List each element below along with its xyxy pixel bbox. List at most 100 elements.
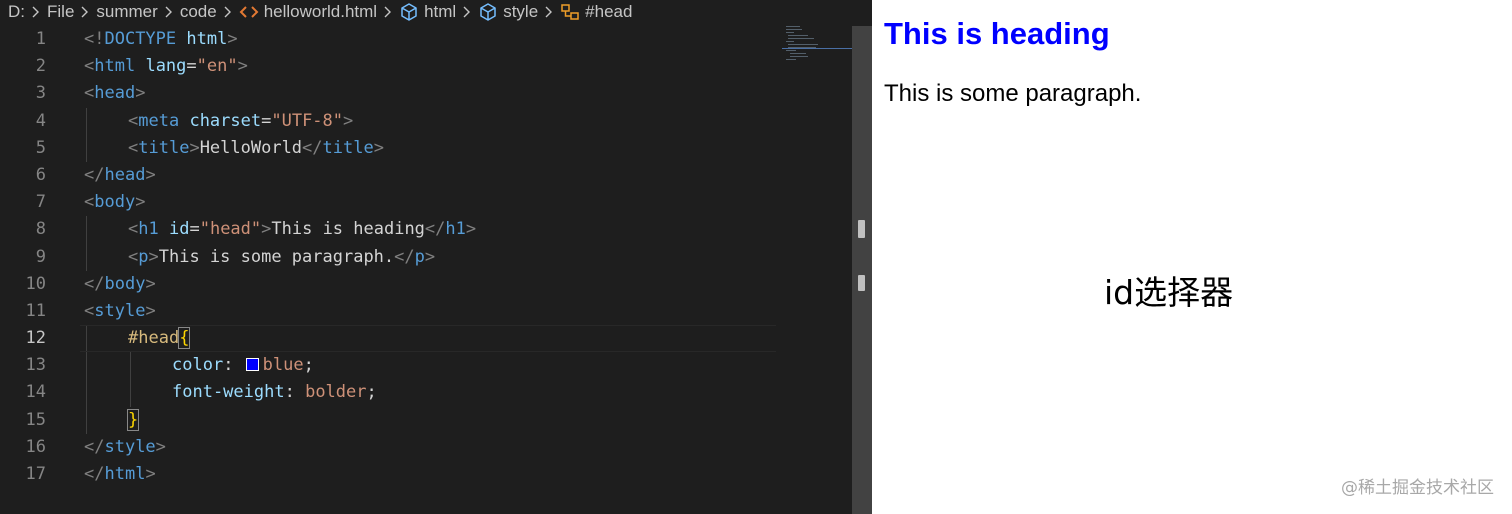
code-token: > [145, 300, 156, 321]
indent-guide [86, 406, 87, 434]
code-token: charset [189, 110, 262, 131]
breadcrumb-drive[interactable]: D: [8, 2, 25, 22]
breadcrumb-symbol-style[interactable]: style [478, 2, 538, 22]
code-token: </ [302, 137, 323, 158]
code-line[interactable]: 7 <body> [0, 189, 852, 216]
code-token: <! [84, 29, 105, 49]
code-line[interactable]: 17 </html> [0, 461, 852, 488]
code-token: p [138, 246, 149, 267]
code-token: > [135, 83, 146, 104]
editor-scrollbar[interactable] [852, 26, 872, 514]
code-area[interactable]: 1 <!DOCTYPE html > 2 <html lang="en"> 3 <head>… [0, 26, 852, 488]
code-token: This is heading [271, 219, 425, 240]
chevron-right-icon [25, 0, 47, 24]
breadcrumb-folder-code[interactable]: code [180, 2, 217, 22]
code-line[interactable]: 3 <head> [0, 80, 852, 107]
code-token: ; [366, 382, 377, 403]
code-token: DOCTYPE [104, 29, 177, 49]
html-file-icon [239, 2, 259, 22]
minimap-cursor-line [782, 48, 852, 49]
indent-guide [86, 134, 87, 162]
code-line[interactable]: 12 #head{ [0, 325, 852, 353]
code-token: style [104, 436, 156, 457]
code-token: HelloWorld [199, 137, 303, 158]
code-text: </body> [84, 271, 156, 298]
code-line[interactable]: 10 </body> [0, 271, 852, 298]
cube-icon [478, 2, 498, 22]
breadcrumb-folder-file[interactable]: File [47, 2, 74, 22]
css-selector-icon [560, 2, 580, 22]
code-token: style [94, 300, 146, 321]
line-number: 15 [25, 409, 46, 430]
code-text: <p>This is some paragraph.</p> [128, 244, 435, 271]
code-line[interactable]: 15} [0, 406, 852, 434]
code-text: <title>HelloWorld</title> [128, 135, 384, 162]
indent-guide [86, 216, 87, 244]
breadcrumb-file[interactable]: helloworld.html [239, 2, 377, 22]
code-token: < [128, 110, 139, 131]
indent-guide [130, 379, 131, 407]
code-line[interactable]: 6 </head> [0, 162, 852, 189]
code-text: <style> [84, 298, 156, 325]
code-token: id [168, 219, 190, 240]
code-text: <meta charset="UTF-8"> [128, 108, 353, 135]
code-token: h1 [445, 219, 466, 240]
line-number: 8 [35, 219, 46, 240]
code-token: body [104, 273, 146, 294]
code-line[interactable]: 8 <h1 id="head">This is heading</h1> [0, 216, 852, 244]
code-token: meta [138, 110, 180, 131]
line-number: 6 [35, 164, 46, 185]
code-token: > [237, 56, 248, 77]
code-text: color: blue; [172, 352, 314, 379]
code-token: > [145, 273, 156, 294]
color-swatch-icon[interactable] [245, 358, 259, 372]
code-line[interactable]: 13 color: blue; [0, 352, 852, 380]
code-text: </head> [84, 162, 156, 189]
line-number: 7 [35, 192, 46, 213]
code-token: > [155, 436, 166, 457]
code-token: body [94, 192, 136, 213]
code-token: { [178, 327, 191, 350]
code-token: < [128, 246, 139, 267]
breadcrumb-symbol-html[interactable]: html [399, 2, 456, 22]
breadcrumb-file-label: helloworld.html [263, 2, 378, 21]
line-number: 14 [25, 382, 46, 403]
code-token: < [128, 219, 139, 240]
breadcrumb-folder-summer[interactable]: summer [96, 2, 157, 22]
breadcrumb-symbol-label: #head [585, 2, 633, 21]
code-line[interactable]: 11 <style> [0, 298, 852, 325]
code-line[interactable]: 2 <html lang="en"> [0, 53, 852, 80]
breadcrumb-symbol-head[interactable]: #head [560, 2, 632, 22]
code-token: color [172, 355, 224, 376]
minimap[interactable] [782, 24, 852, 64]
code-text: <head> [84, 80, 145, 107]
code-line[interactable]: 14 font-weight: bolder; [0, 379, 852, 407]
cube-icon [399, 2, 419, 22]
code-token: This is some paragraph. [158, 246, 395, 267]
code-token: h1 [138, 219, 159, 240]
code-token: > [135, 192, 146, 213]
code-token: ; [303, 355, 314, 376]
code-line[interactable]: 5 <title>HelloWorld</title> [0, 134, 852, 162]
code-token: < [84, 56, 95, 77]
line-number: 1 [35, 29, 46, 49]
code-token: > [189, 137, 200, 158]
code-line[interactable]: 16 </style> [0, 434, 852, 461]
indent-guide [86, 243, 87, 271]
code-line[interactable]: 1 <!DOCTYPE html> [0, 26, 852, 53]
indent-guide [86, 352, 87, 380]
code-line[interactable]: 4 <meta charset="UTF-8"> [0, 107, 852, 135]
code-editor[interactable]: D: File summer code helloworld.html html… [0, 0, 872, 514]
code-token: > [261, 219, 272, 240]
code-line[interactable]: 9 <p>This is some paragraph.</p> [0, 243, 852, 271]
code-token: "head" [199, 219, 262, 240]
slide-caption: id选择器 [1104, 273, 1234, 312]
code-token: html [104, 464, 146, 484]
code-token: > [148, 246, 159, 267]
code-token: blue [262, 355, 304, 376]
watermark: @稀土掘金技术社区 [1341, 478, 1494, 498]
code-token: > [465, 219, 477, 240]
